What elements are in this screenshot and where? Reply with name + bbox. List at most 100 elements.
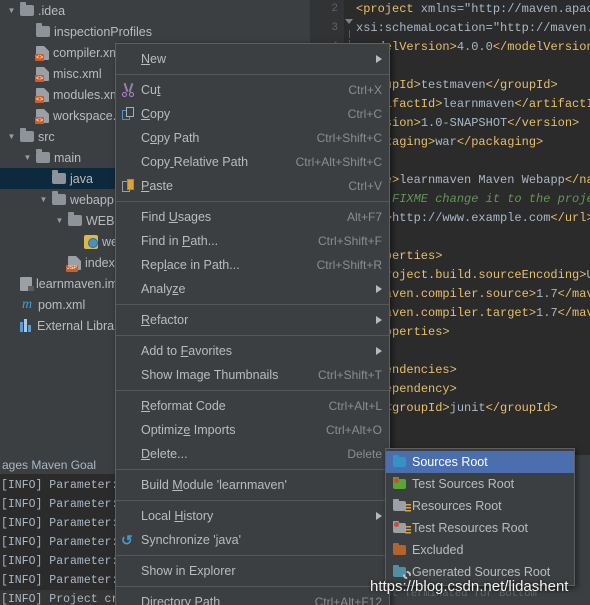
web-xml-icon	[84, 234, 98, 249]
code-line: <url>http://www.example.com</url>	[356, 211, 590, 225]
tree-item-label: .idea	[38, 3, 66, 18]
menu-item-label: Paste	[141, 179, 173, 193]
menu-item-shortcut: Delete	[347, 447, 382, 461]
expand-arrow-icon[interactable]: ▼	[6, 126, 17, 147]
code-line: <project.build.sourceEncoding>UTF	[370, 268, 590, 282]
menu-separator	[116, 500, 389, 501]
menu-icon-slot	[119, 367, 139, 383]
code-line: <maven.compiler.source>1.7</maven.	[370, 287, 590, 301]
menu-item-copy-path[interactable]: Copy Path Ctrl+Shift+C	[116, 126, 389, 150]
menu-item-refactor[interactable]: Refactor	[116, 308, 389, 332]
tree-item--idea[interactable]: ▼ .idea	[0, 0, 310, 21]
menu-icon-slot	[119, 312, 139, 328]
menu-separator	[116, 74, 389, 75]
menu-item-replace-in-path[interactable]: Replace in Path... Ctrl+Shift+R	[116, 253, 389, 277]
menu-item-synchronize--java[interactable]: ↺ Synchronize 'java'	[116, 528, 389, 552]
menu-separator	[116, 390, 389, 391]
tree-item-inspectionprofiles[interactable]: inspectionProfiles	[0, 21, 310, 42]
menu-item-show-image-thumbnails[interactable]: Show Image Thumbnails Ctrl+Shift+T	[116, 363, 389, 387]
code-line: <modelVersion>4.0.0</modelVersion>	[356, 40, 590, 54]
editor-code-text[interactable]: <project xmlns="http://maven.apache. xsi:…	[356, 0, 590, 418]
code-line: <project xmlns="http://maven.apache.	[356, 2, 590, 16]
menu-item-label: Cut	[141, 83, 161, 97]
tree-item-label: compiler.xml	[53, 45, 123, 60]
menu-separator	[116, 469, 389, 470]
menu-item-label: Build Module 'learnmaven'	[141, 478, 287, 492]
xml-file-icon	[35, 66, 49, 82]
xml-file-icon	[35, 108, 49, 124]
menu-item-local-history[interactable]: Local History	[116, 504, 389, 528]
submenu-arrow-icon	[376, 55, 382, 63]
submenu-item-sources-root[interactable]: Sources Root	[386, 451, 574, 473]
copy-icon	[122, 107, 135, 121]
code-line: <maven.compiler.target>1.7</maven.	[370, 306, 590, 320]
menu-item-directory-path[interactable]: Directory Path Ctrl+Alt+F12	[116, 590, 389, 605]
menu-separator	[116, 586, 389, 587]
tree-item-label: misc.xml	[53, 66, 102, 81]
menu-separator	[116, 555, 389, 556]
menu-item-find-usages[interactable]: Find Usages Alt+F7	[116, 205, 389, 229]
menu-item-shortcut: Ctrl+Alt+Shift+C	[295, 155, 382, 169]
menu-item-cut[interactable]: Cut Ctrl+X	[116, 78, 389, 102]
submenu-arrow-icon	[376, 285, 382, 293]
code-line: <artifactId>learnmaven</artifactId>	[356, 97, 590, 111]
cut-icon-slot	[119, 82, 139, 98]
menu-item-label: Find in Path...	[141, 234, 219, 248]
code-line: <version>1.0-SNAPSHOT</version>	[356, 116, 580, 130]
tree-item-label: src	[38, 129, 55, 144]
menu-item-build-module--learnmaven[interactable]: Build Module 'learnmaven'	[116, 473, 389, 497]
xml-file-icon	[35, 45, 49, 61]
expand-arrow-icon[interactable]: ▼	[54, 210, 65, 231]
menu-item-show-in-explorer[interactable]: Show in Explorer	[116, 559, 389, 583]
line-number: 2	[331, 3, 338, 15]
menu-item-label: Show Image Thumbnails	[141, 368, 279, 382]
code-line: <dependency>	[370, 382, 457, 396]
line-number: 3	[331, 22, 338, 34]
menu-item-optimize-imports[interactable]: Optimize Imports Ctrl+Alt+O	[116, 418, 389, 442]
expand-arrow-icon[interactable]: ▼	[22, 147, 33, 168]
submenu-item-test-resources-root[interactable]: Test Resources Root	[386, 517, 574, 539]
code-fold-line	[349, 30, 350, 38]
menu-item-add-to-favorites[interactable]: Add to Favorites	[116, 339, 389, 363]
context-menu[interactable]: New Cut Ctrl+X Copy Ctrl+C Copy Path Ctrl+Shif…	[115, 43, 390, 605]
expand-arrow-icon[interactable]: ▼	[38, 189, 49, 210]
menu-item-copy-relative-path[interactable]: Copy Relative Path Ctrl+Alt+Shift+C	[116, 150, 389, 174]
resources-root-folder-icon	[390, 498, 412, 513]
menu-item-find-in-path[interactable]: Find in Path... Ctrl+Shift+F	[116, 229, 389, 253]
menu-item-label: Delete...	[141, 447, 188, 461]
submenu-item-label: Test Sources Root	[412, 477, 515, 491]
menu-item-new[interactable]: New	[116, 47, 389, 71]
menu-item-delete[interactable]: Delete... Delete	[116, 442, 389, 466]
menu-item-label: Reformat Code	[141, 399, 226, 413]
submenu-item-excluded[interactable]: Excluded	[386, 539, 574, 561]
menu-item-label: Copy Relative Path	[141, 155, 249, 169]
menu-item-copy[interactable]: Copy Ctrl+C	[116, 102, 389, 126]
submenu-item-resources-root[interactable]: Resources Root	[386, 495, 574, 517]
menu-item-shortcut: Ctrl+Shift+T	[317, 368, 382, 382]
sync-icon-slot: ↺	[119, 532, 139, 548]
menu-icon-slot	[119, 233, 139, 249]
menu-item-shortcut: Ctrl+Shift+C	[316, 131, 382, 145]
expand-arrow-icon[interactable]: ▼	[6, 0, 17, 21]
submenu-item-label: Sources Root	[412, 455, 488, 469]
menu-icon-slot	[119, 563, 139, 579]
tree-item-label: pom.xml	[38, 297, 86, 312]
tree-item-label: java	[70, 171, 93, 186]
menu-item-analyze[interactable]: Analyze	[116, 277, 389, 301]
menu-separator	[116, 304, 389, 305]
menu-item-label: Refactor	[141, 313, 189, 327]
code-fold-arrow-icon[interactable]	[345, 19, 353, 24]
menu-item-paste[interactable]: Paste Ctrl+V	[116, 174, 389, 198]
code-line: xsi:schemaLocation="http://maven.ap	[356, 21, 590, 35]
menu-item-shortcut: Ctrl+Shift+F	[317, 234, 382, 248]
menu-item-reformat-code[interactable]: Reformat Code Ctrl+Alt+L	[116, 394, 389, 418]
menu-item-label: Copy	[141, 107, 171, 121]
mark-directory-as-submenu[interactable]: Sources Root Test Sources Root Resources R…	[385, 448, 575, 586]
menu-icon-slot	[119, 343, 139, 359]
menu-icon-slot	[119, 398, 139, 414]
submenu-item-test-sources-root[interactable]: Test Sources Root	[386, 473, 574, 495]
menu-icon-slot	[119, 422, 139, 438]
